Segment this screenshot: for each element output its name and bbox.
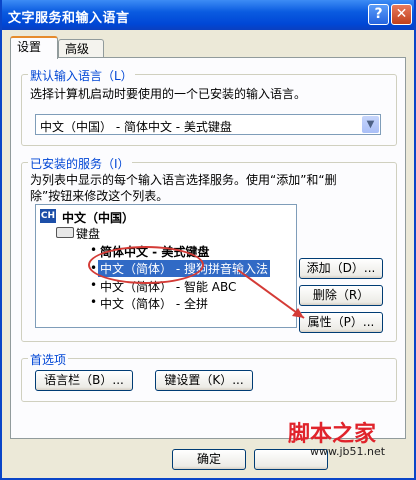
watermark-brand: 脚本之家 (288, 422, 377, 447)
annotation-arrow (237, 269, 305, 319)
tab-settings[interactable]: 设置 (10, 36, 58, 59)
watermark-url: www.jb51.net (310, 445, 386, 458)
dialog-window: 文字服务和输入语言 ? ✕ 设置 高级 默认输入语言（L） 选择计算机启动时要使… (0, 0, 416, 480)
